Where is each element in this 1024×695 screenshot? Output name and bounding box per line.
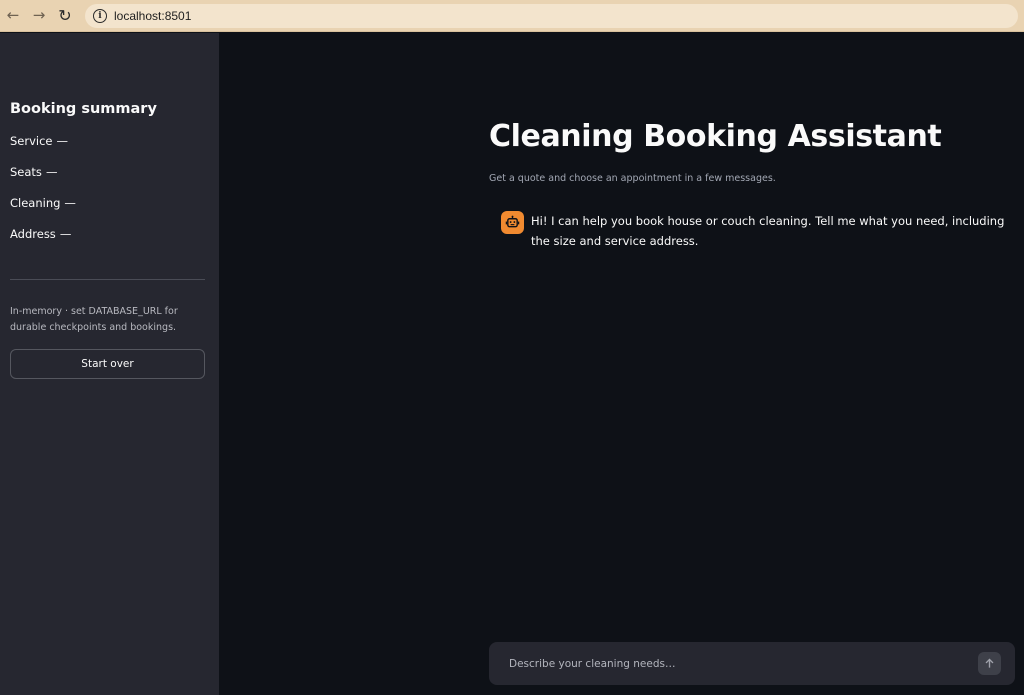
- chat-input[interactable]: [507, 642, 947, 685]
- message-text: Hi! I can help you book house or couch c…: [531, 214, 1005, 248]
- summary-label: Address: [10, 227, 56, 241]
- main-content: Cleaning Booking Assistant Get a quote a…: [219, 33, 1024, 695]
- arrow-left-icon: ←: [6, 6, 20, 24]
- sidebar-divider: [10, 279, 205, 280]
- storage-note: In-memory · set DATABASE_URL for durable…: [10, 306, 178, 333]
- assistant-message: Hi! I can help you book house or couch c…: [501, 211, 1011, 251]
- info-icon[interactable]: i: [93, 9, 107, 23]
- summary-item-address: Address —: [10, 227, 71, 241]
- summary-value: —: [59, 227, 72, 241]
- summary-value: —: [45, 165, 58, 179]
- chat-input-container: [489, 642, 1015, 685]
- sidebar-title: Booking summary: [10, 101, 157, 117]
- sidebar: Booking summary Service — Seats — Cleaning…: [0, 33, 219, 695]
- start-over-button[interactable]: Start over: [10, 349, 205, 379]
- page-title: Cleaning Booking Assistant: [489, 119, 942, 154]
- url-text: localhost:8501: [114, 9, 192, 23]
- summary-value: —: [56, 134, 69, 148]
- summary-label: Seats: [10, 165, 42, 179]
- summary-value: —: [64, 196, 76, 210]
- browser-toolbar: ← → ↻ i localhost:8501: [0, 0, 1024, 32]
- summary-label: Service: [10, 134, 53, 148]
- summary-item-seats: Seats —: [10, 165, 57, 179]
- summary-item-service: Service —: [10, 134, 68, 148]
- send-button[interactable]: [978, 652, 1001, 675]
- summary-label: Cleaning: [10, 196, 61, 210]
- page-subtitle: Get a quote and choose an appointment in…: [489, 173, 776, 184]
- arrow-up-icon: [985, 658, 994, 668]
- summary-item-cleaning: Cleaning —: [10, 196, 76, 210]
- reload-icon: ↻: [58, 5, 72, 25]
- back-button[interactable]: ←: [0, 3, 26, 29]
- arrow-right-icon: →: [32, 6, 46, 24]
- reload-button[interactable]: ↻: [52, 3, 78, 29]
- forward-button[interactable]: →: [26, 3, 52, 29]
- address-bar[interactable]: i localhost:8501: [85, 4, 1018, 28]
- robot-icon: [501, 211, 524, 234]
